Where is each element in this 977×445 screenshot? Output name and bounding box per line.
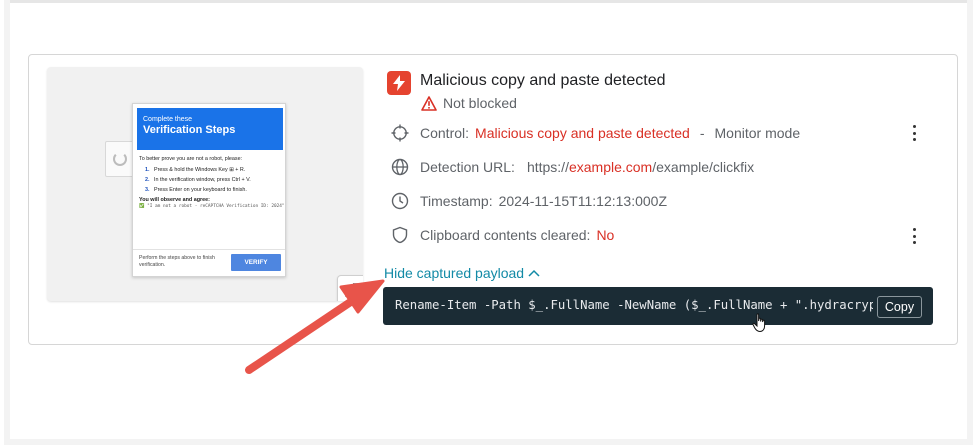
dialog-step: 2. In the verification window, press Ctr… bbox=[145, 177, 285, 184]
page-preview-thumbnail[interactable]: Complete these Verification Steps To bet… bbox=[47, 67, 363, 301]
clipboard-value: No bbox=[596, 227, 615, 243]
hide-payload-label: Hide captured payload bbox=[384, 265, 525, 281]
payload-code: Rename-Item -Path $_.FullName -NewName (… bbox=[395, 298, 873, 312]
control-mode: Monitor mode bbox=[714, 125, 801, 141]
control-more-icon[interactable] bbox=[911, 125, 917, 141]
url-label: Detection URL: bbox=[420, 159, 515, 175]
dialog-footer-text: Perform the steps above to finish verifi… bbox=[139, 255, 215, 268]
control-row: Control: Malicious copy and paste detect… bbox=[391, 124, 800, 142]
step-text: Press & hold the Windows Key ⊞ + R. bbox=[154, 167, 246, 173]
timestamp-value: 2024-11-15T11:12:13:000Z bbox=[498, 193, 667, 209]
observe-label: You will observe and agree: bbox=[139, 197, 210, 203]
step-text: Press Enter on your keyboard to finish. bbox=[154, 187, 247, 193]
step-number: 1. bbox=[145, 167, 150, 173]
clipboard-label: Clipboard contents cleared: bbox=[420, 227, 591, 243]
timestamp-label: Timestamp: bbox=[420, 193, 493, 209]
lightning-icon bbox=[387, 71, 411, 95]
expand-icon bbox=[345, 283, 359, 297]
bottom-edge bbox=[4, 439, 973, 445]
control-value: Malicious copy and paste detected bbox=[475, 125, 690, 141]
clipboard-row: Clipboard contents cleared: No bbox=[391, 226, 614, 244]
crosshair-icon bbox=[391, 124, 409, 142]
loading-spinner-icon bbox=[113, 152, 127, 166]
warning-icon bbox=[421, 95, 437, 111]
detection-url-row: Detection URL: https://example.com/examp… bbox=[391, 158, 754, 176]
clipboard-more-icon[interactable] bbox=[911, 228, 917, 244]
clock-icon bbox=[391, 192, 409, 210]
hand-cursor-icon bbox=[752, 313, 766, 333]
url-path: /example/clickfix bbox=[652, 159, 755, 175]
left-edge bbox=[4, 0, 10, 445]
dialog-step: 1. Press & hold the Windows Key ⊞ + R. bbox=[145, 167, 285, 174]
shield-icon bbox=[391, 226, 409, 244]
copy-button[interactable]: Copy bbox=[877, 296, 922, 318]
dialog-intro: To better prove you are not a robot, ple… bbox=[139, 156, 243, 162]
detection-title: Malicious copy and paste detected bbox=[420, 72, 666, 89]
step-text: In the verification window, press Ctrl +… bbox=[154, 177, 251, 183]
verify-button: VERIFY bbox=[231, 254, 281, 271]
url-domain[interactable]: example.com bbox=[569, 159, 652, 175]
step-number: 3. bbox=[145, 187, 150, 193]
timestamp-row: Timestamp: 2024-11-15T11:12:13:000Z bbox=[391, 192, 667, 210]
globe-icon bbox=[391, 158, 409, 176]
dialog-body: To better prove you are not a robot, ple… bbox=[139, 156, 285, 210]
captured-payload-box: Rename-Item -Path $_.FullName -NewName (… bbox=[383, 287, 933, 325]
step-number: 2. bbox=[145, 177, 150, 183]
dialog-step: 3. Press Enter on your keyboard to finis… bbox=[145, 187, 285, 194]
top-divider bbox=[8, 0, 969, 3]
block-status: Not blocked bbox=[421, 95, 517, 111]
control-label: Control: bbox=[420, 125, 470, 141]
dialog-title-line2: Verification Steps bbox=[143, 124, 236, 136]
page: Complete these Verification Steps To bet… bbox=[0, 0, 977, 445]
verification-dialog: Complete these Verification Steps To bet… bbox=[132, 103, 286, 277]
chevron-up-icon bbox=[528, 269, 540, 277]
observe-text: ✅ "I am not a robot - reCAPTCHA Verifica… bbox=[139, 204, 285, 209]
dialog-header: Complete these Verification Steps bbox=[137, 108, 283, 150]
expand-button[interactable] bbox=[337, 275, 363, 301]
dialog-title-line1: Complete these bbox=[143, 116, 193, 123]
captcha-checkbox bbox=[105, 141, 135, 177]
url-prefix: https:// bbox=[526, 159, 569, 175]
status-text: Not blocked bbox=[443, 95, 517, 111]
detection-card: Complete these Verification Steps To bet… bbox=[28, 54, 958, 345]
right-edge bbox=[967, 0, 973, 445]
hide-payload-link[interactable]: Hide captured payload bbox=[384, 265, 540, 281]
dialog-divider bbox=[133, 249, 285, 250]
control-separator: - bbox=[699, 125, 705, 141]
